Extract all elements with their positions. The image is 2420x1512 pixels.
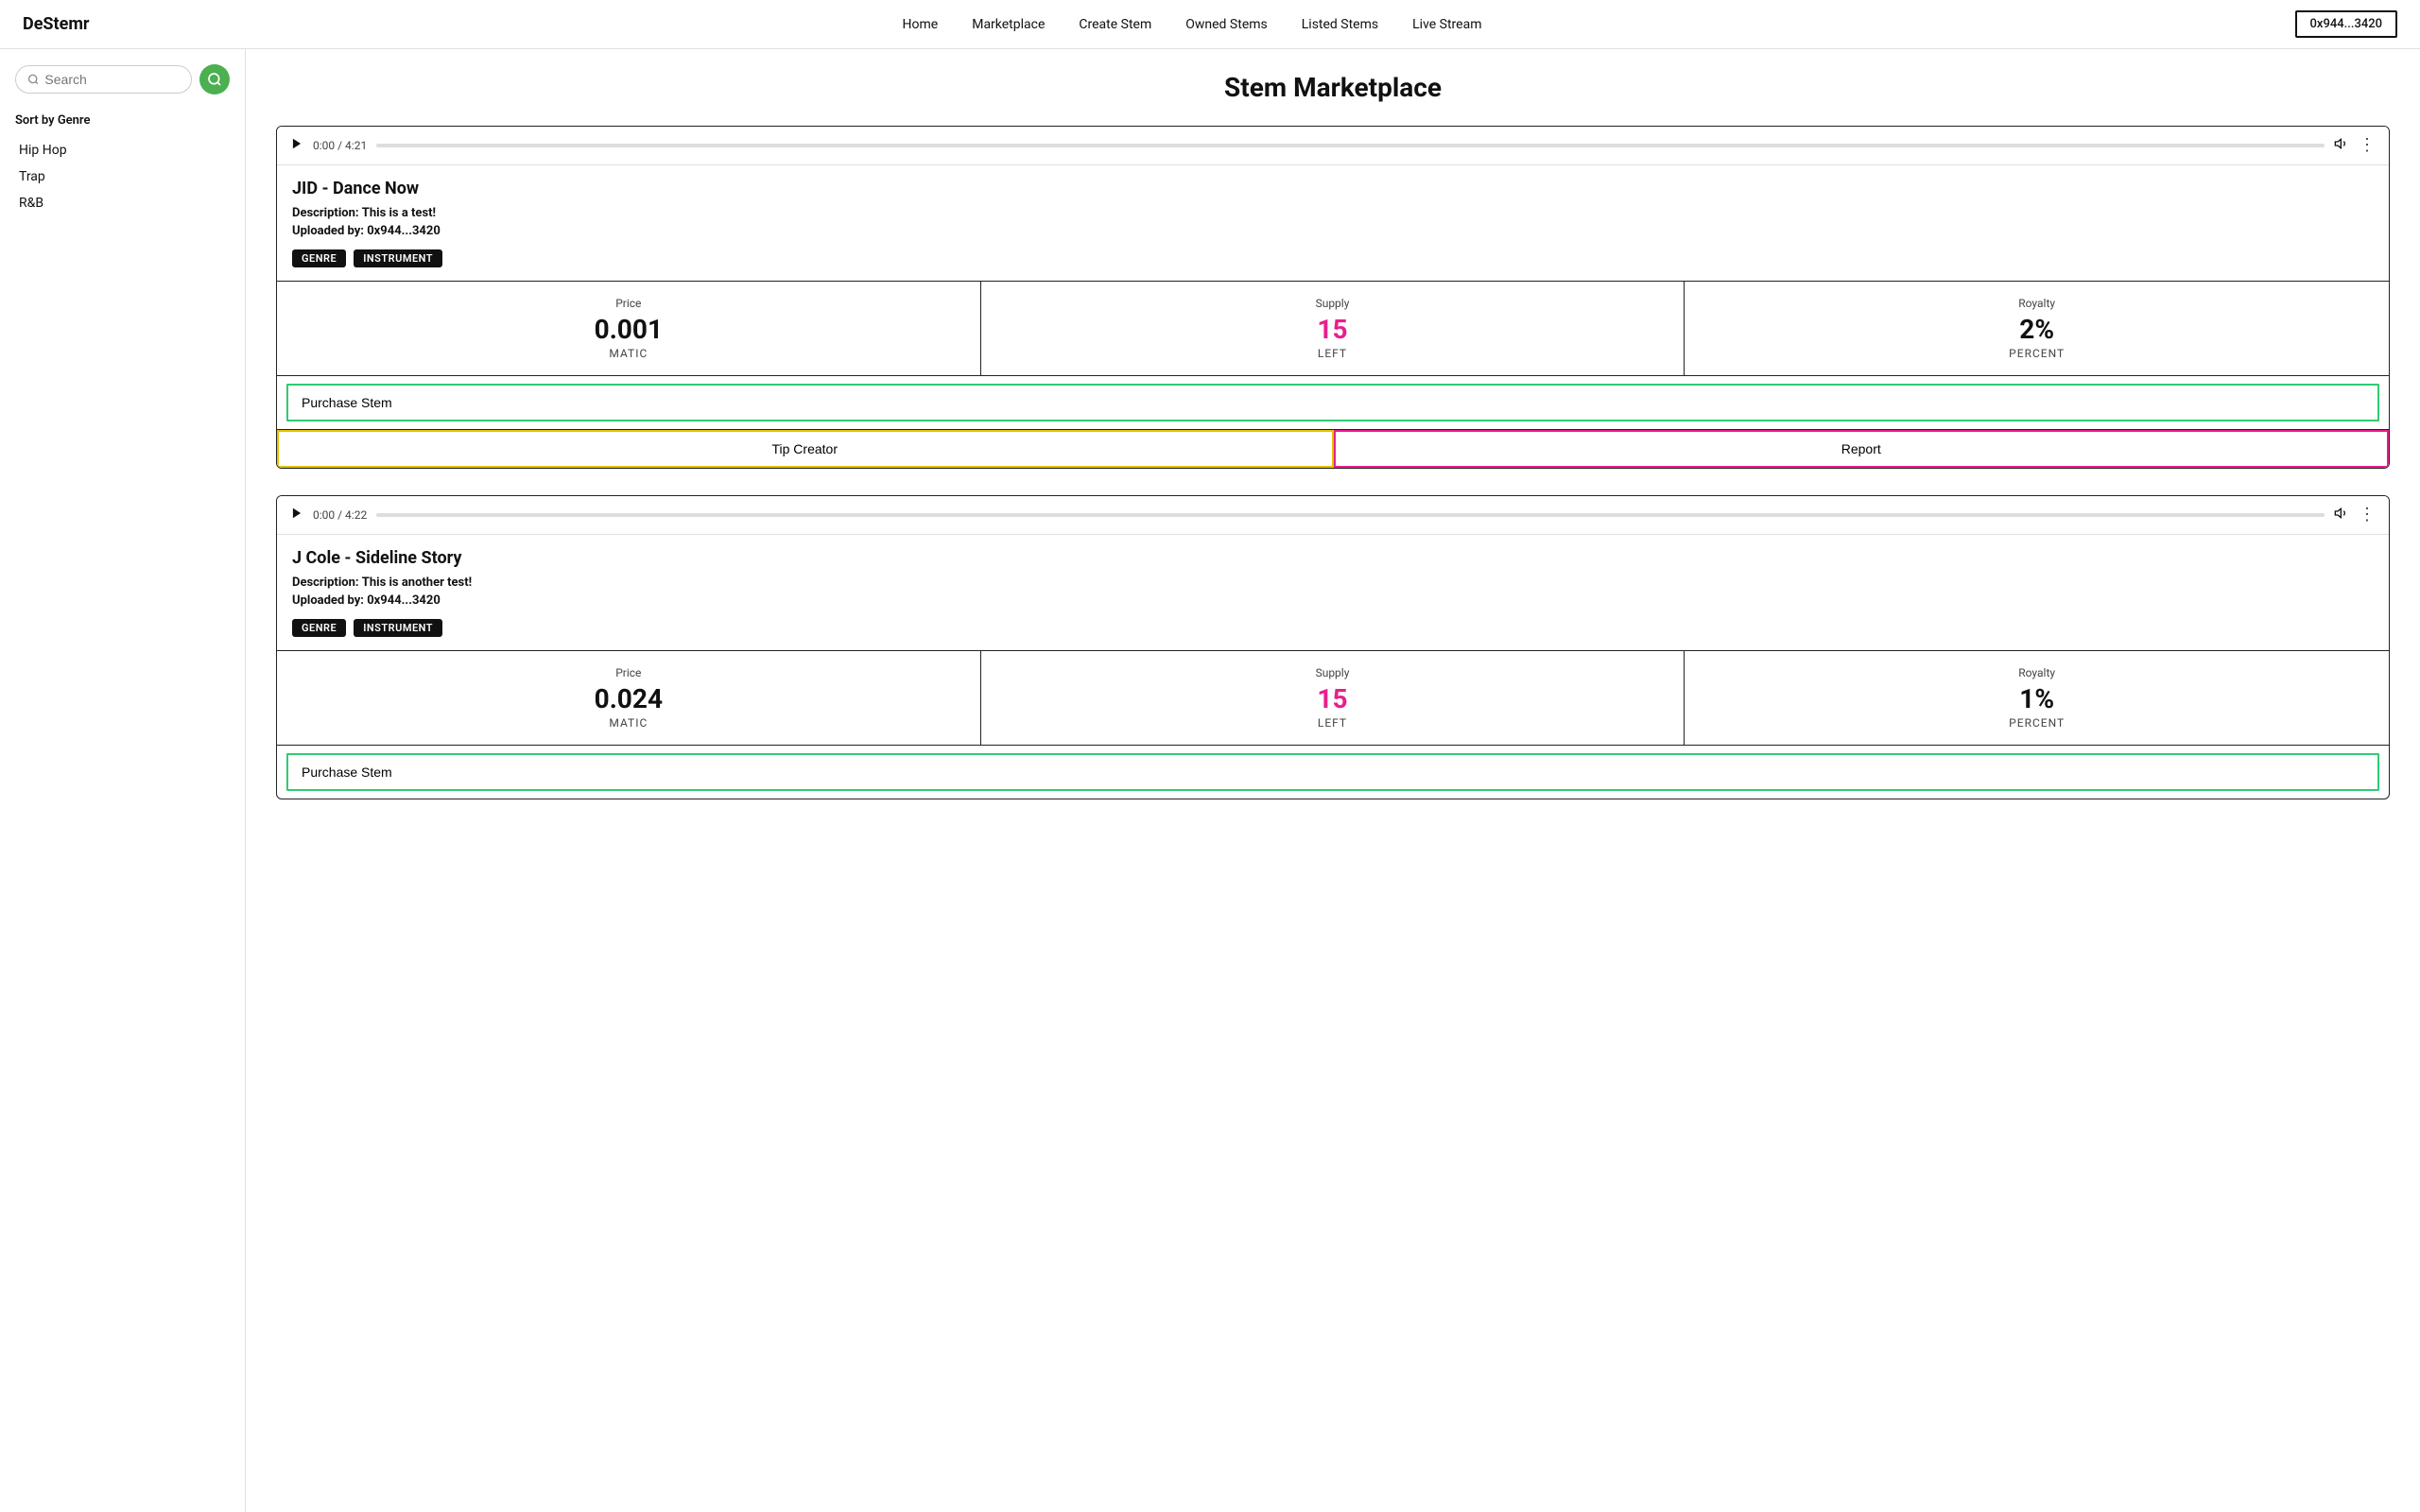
search-submit-button[interactable] [199, 64, 230, 94]
tag-genre-2: GENRE [292, 619, 346, 637]
audio-player-2: 0:00 / 4:22 ⋮ [277, 496, 2389, 535]
purchase-stem-button-1[interactable]: Purchase Stem [286, 384, 2379, 421]
tip-report-row-1: Tip Creator Report [277, 429, 2389, 468]
stem-info-2: J Cole - Sideline Story Description: Thi… [277, 535, 2389, 650]
royalty-cell-1: Royalty 2% PERCENT [1685, 282, 2389, 375]
progress-bar-1[interactable] [376, 144, 2325, 147]
nav-create-stem[interactable]: Create Stem [1079, 17, 1151, 32]
stem-stats-1: Price 0.001 MATIC Supply 15 LEFT Royalty… [277, 281, 2389, 375]
nav-owned-stems[interactable]: Owned Stems [1185, 17, 1268, 32]
supply-cell-1: Supply 15 LEFT [981, 282, 1685, 375]
more-icon-2[interactable]: ⋮ [2359, 507, 2376, 524]
genre-hip-hop[interactable]: Hip Hop [15, 137, 230, 163]
genre-trap[interactable]: Trap [15, 163, 230, 190]
tag-instrument-1: INSTRUMENT [354, 249, 442, 267]
time-label-1: 0:00 / 4:21 [313, 139, 367, 152]
stem-tags-2: GENRE INSTRUMENT [292, 619, 2374, 637]
volume-icon-2[interactable] [2334, 506, 2349, 524]
stem-description-2: Description: This is another test! [292, 576, 2374, 590]
volume-icon-1[interactable] [2334, 136, 2349, 155]
royalty-cell-2: Royalty 1% PERCENT [1685, 651, 2389, 745]
stem-card-1: 0:00 / 4:21 ⋮ JID - Dance Now Descriptio… [276, 126, 2390, 469]
sidebar: Sort by Genre Hip Hop Trap R&B [0, 49, 246, 1512]
purchase-btn-wrap-2: Purchase Stem [277, 746, 2389, 799]
nav-listed-stems[interactable]: Listed Stems [1302, 17, 1378, 32]
price-cell-2: Price 0.024 MATIC [277, 651, 981, 745]
stem-title-1: JID - Dance Now [292, 179, 2374, 198]
time-label-2: 0:00 / 4:22 [313, 508, 367, 522]
tag-instrument-2: INSTRUMENT [354, 619, 442, 637]
purchase-btn-wrap-1: Purchase Stem [277, 376, 2389, 429]
tag-genre-1: GENRE [292, 249, 346, 267]
search-submit-icon [207, 72, 222, 87]
nav-marketplace[interactable]: Marketplace [972, 17, 1045, 32]
search-icon [27, 73, 39, 86]
stem-description-1: Description: This is a test! [292, 206, 2374, 220]
page-title: Stem Marketplace [276, 72, 2390, 103]
search-input[interactable] [44, 72, 180, 87]
search-bar [15, 64, 230, 94]
price-cell-1: Price 0.001 MATIC [277, 282, 981, 375]
play-button-1[interactable] [290, 137, 303, 154]
more-icon-1[interactable]: ⋮ [2359, 137, 2376, 154]
stem-uploader-1: Uploaded by: 0x944...3420 [292, 224, 2374, 238]
nav-links: Home Marketplace Create Stem Owned Stems… [903, 17, 1482, 32]
stem-tags-1: GENRE INSTRUMENT [292, 249, 2374, 267]
audio-player-1: 0:00 / 4:21 ⋮ [277, 127, 2389, 165]
stem-card-2: 0:00 / 4:22 ⋮ J Cole - Sideline Story De… [276, 495, 2390, 799]
navbar: DeStemr Home Marketplace Create Stem Own… [0, 0, 2420, 49]
search-input-wrap [15, 65, 192, 94]
stem-actions-1: Purchase Stem Tip Creator Report [277, 375, 2389, 468]
progress-bar-2[interactable] [376, 513, 2325, 517]
stem-actions-2: Purchase Stem [277, 745, 2389, 799]
wallet-address[interactable]: 0x944...3420 [2295, 10, 2397, 38]
supply-cell-2: Supply 15 LEFT [981, 651, 1685, 745]
genre-rnb[interactable]: R&B [15, 190, 230, 216]
logo: DeStemr [23, 14, 90, 34]
stem-uploader-2: Uploaded by: 0x944...3420 [292, 593, 2374, 608]
nav-home[interactable]: Home [903, 17, 939, 32]
sort-label: Sort by Genre [15, 113, 230, 128]
purchase-stem-button-2[interactable]: Purchase Stem [286, 753, 2379, 791]
play-button-2[interactable] [290, 507, 303, 524]
stem-info-1: JID - Dance Now Description: This is a t… [277, 165, 2389, 281]
nav-live-stream[interactable]: Live Stream [1412, 17, 1481, 32]
page-layout: Sort by Genre Hip Hop Trap R&B Stem Mark… [0, 49, 2420, 1512]
main-content: Stem Marketplace 0:00 / 4:21 ⋮ [246, 49, 2420, 1512]
tip-creator-button-1[interactable]: Tip Creator [277, 430, 1334, 468]
stem-title-2: J Cole - Sideline Story [292, 548, 2374, 568]
report-button-1[interactable]: Report [1334, 430, 2390, 468]
stem-stats-2: Price 0.024 MATIC Supply 15 LEFT Royalty… [277, 650, 2389, 745]
